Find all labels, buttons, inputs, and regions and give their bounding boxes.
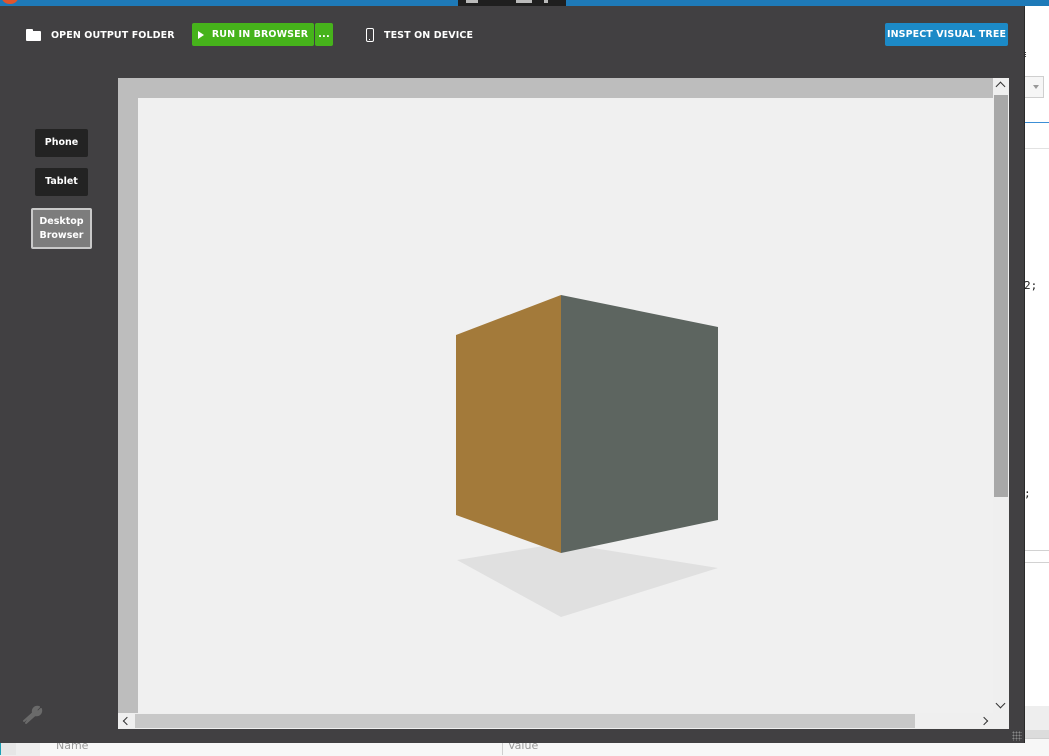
folder-icon [26,29,41,41]
scrollbar-corner [993,713,1009,729]
cube-left-face [456,295,561,553]
device-desktop-browser-label: Desktop Browser [39,215,83,243]
ide-editor-divider [1022,122,1049,123]
scroll-left-icon[interactable] [122,716,132,726]
cube-shadow [457,543,718,617]
open-output-folder-label: OPEN OUTPUT FOLDER [51,29,175,41]
run-in-browser-label: RUN IN BROWSER [211,29,309,40]
app-canvas[interactable] [138,98,993,713]
vertical-scrollbar[interactable] [993,78,1009,713]
scroll-up-icon[interactable] [995,81,1006,92]
3d-cube-scene [456,295,718,617]
cube-right-face [561,295,718,553]
inspect-visual-tree-button[interactable]: INSPECT VISUAL TREE [885,23,1008,46]
preview-viewport [118,78,1009,729]
toolbar-segment [544,0,548,3]
ide-panel-divider [1022,562,1049,563]
device-desktop-browser-button[interactable]: Desktop Browser [31,208,92,249]
horizontal-scroll-thumb[interactable] [135,714,915,728]
ide-panel-divider [1022,550,1049,551]
window-resize-grip[interactable] [1012,731,1022,741]
phone-icon [366,28,374,42]
play-icon [197,30,204,39]
run-options-button[interactable]: ... [315,23,333,46]
run-in-browser-button[interactable]: RUN IN BROWSER [192,23,314,46]
vertical-scroll-thumb[interactable] [994,95,1008,497]
test-on-device-button[interactable]: TEST ON DEVICE [366,26,473,44]
ide-editor-divider [1022,148,1049,149]
scroll-down-icon[interactable] [995,698,1006,709]
simulator-window: OPEN OUTPUT FOLDER RUN IN BROWSER ... TE… [0,6,1025,743]
desktop-label-line2: Browser [39,229,84,241]
open-output-folder-button[interactable]: OPEN OUTPUT FOLDER [26,26,175,44]
device-phone-button[interactable]: Phone [35,129,88,157]
toolbar-segment [516,0,532,3]
desktop-label-line1: Desktop [39,215,84,227]
wrench-icon[interactable] [20,703,46,725]
horizontal-scrollbar[interactable] [118,713,993,729]
test-on-device-label: TEST ON DEVICE [384,29,474,41]
toolbar-segment [466,0,478,3]
ide-code-line: 2; [1024,279,1038,292]
scroll-right-icon[interactable] [979,716,989,726]
device-tablet-button[interactable]: Tablet [35,168,88,196]
